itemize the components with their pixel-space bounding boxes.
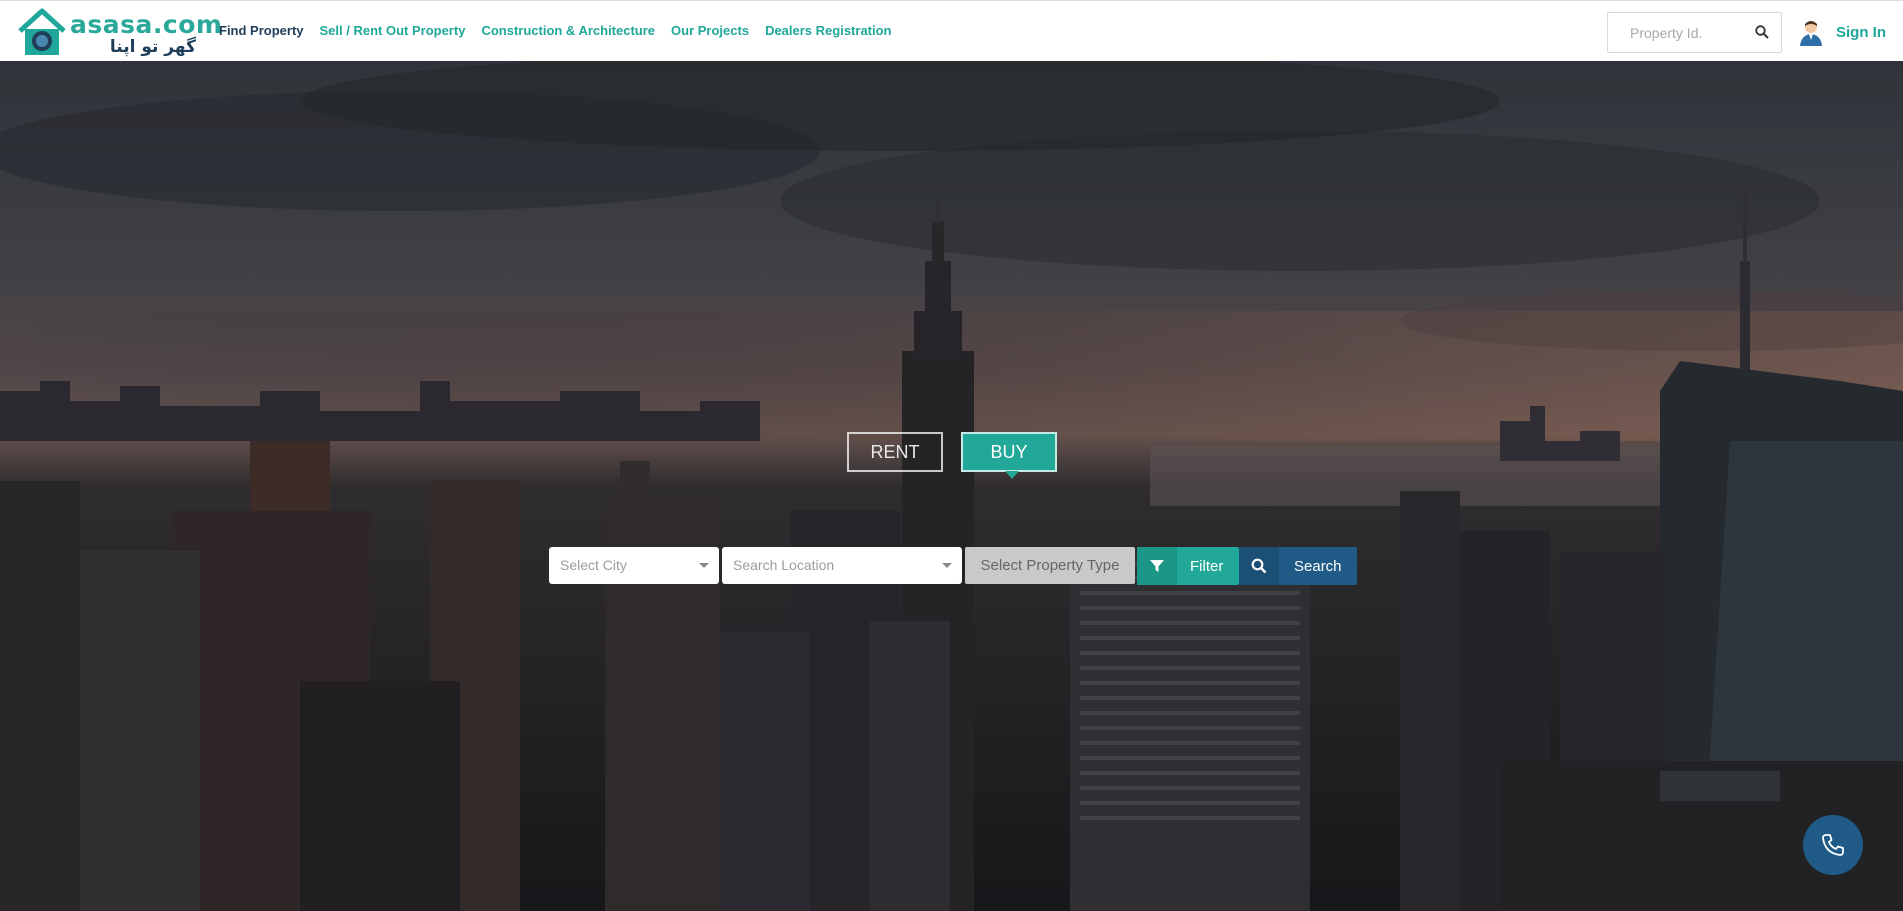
brand-name: asasa.com [70, 10, 223, 39]
chevron-down-icon [699, 563, 709, 568]
nav-find-property[interactable]: Find Property [219, 23, 304, 38]
select-city-dropdown[interactable]: Select City [549, 547, 719, 584]
nav-our-projects[interactable]: Our Projects [671, 23, 749, 38]
search-button[interactable]: Search [1239, 547, 1357, 585]
filter-icon [1137, 547, 1177, 585]
nav-dealers-registration[interactable]: Dealers Registration [765, 23, 891, 38]
nav-construction[interactable]: Construction & Architecture [481, 23, 655, 38]
property-id-input[interactable] [1608, 13, 1748, 52]
call-button[interactable] [1803, 815, 1863, 875]
phone-icon [1822, 834, 1844, 856]
tab-buy[interactable]: BUY [961, 432, 1057, 479]
sign-in-link[interactable]: Sign In [1797, 18, 1886, 46]
listing-mode-tabs: RENT BUY [847, 432, 1057, 479]
site-logo[interactable]: asasa.com گھر تو اپنا ھی [16, 7, 222, 77]
tab-rent[interactable]: RENT [847, 432, 943, 472]
search-label: Search [1294, 557, 1342, 575]
filter-label: Filter [1190, 557, 1224, 575]
nav-sell-rent-out[interactable]: Sell / Rent Out Property [320, 23, 466, 38]
house-logo-icon [18, 8, 66, 55]
user-avatar-icon [1800, 21, 1822, 46]
sign-in-label: Sign In [1836, 23, 1886, 41]
search-location-placeholder: Search Location [733, 557, 835, 573]
hero-banner: RENT BUY Select City Search Location Sel… [0, 61, 1903, 911]
search-icon[interactable] [1755, 25, 1769, 44]
property-search-bar: Select City Search Location Select Prope… [549, 547, 1357, 585]
search-icon [1239, 547, 1279, 585]
filter-button[interactable]: Filter [1137, 547, 1239, 585]
city-skyline-background [0, 61, 1903, 911]
select-property-type[interactable]: Select Property Type [965, 547, 1135, 584]
property-id-search [1607, 12, 1782, 53]
site-header: asasa.com گھر تو اپنا ھی Find Property S… [0, 0, 1903, 77]
chevron-down-icon [942, 563, 952, 568]
search-location-dropdown[interactable]: Search Location [722, 547, 962, 584]
main-nav: Find Property Sell / Rent Out Property C… [219, 23, 908, 38]
select-city-placeholder: Select City [560, 557, 627, 573]
